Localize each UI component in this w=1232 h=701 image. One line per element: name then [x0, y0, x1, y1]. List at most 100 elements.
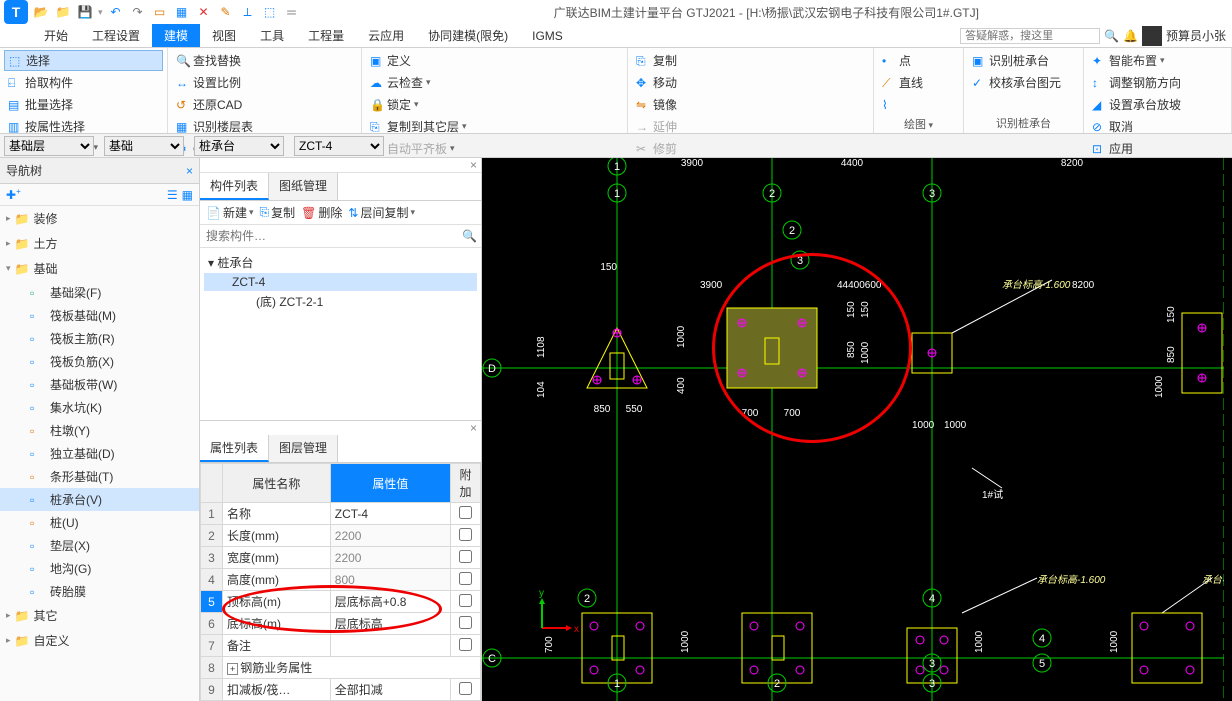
qat-ruler-icon[interactable]: ⟂ [239, 3, 257, 21]
panel-close-icon[interactable]: × [186, 164, 193, 178]
batch-select-button[interactable]: ▤批量选择 [4, 94, 163, 115]
tab-collab[interactable]: 协同建模(限免) [416, 24, 520, 47]
major-select[interactable]: 基础 [104, 136, 184, 156]
qat-more-icon[interactable]: ＝ [283, 3, 301, 21]
set-slope-button[interactable]: ◢设置承台放坡 [1088, 94, 1227, 115]
col-value-header[interactable]: 属性值 [330, 464, 450, 503]
col-extra-header[interactable]: 附加 [451, 464, 481, 503]
tab-tools[interactable]: 工具 [248, 24, 296, 47]
draw-tool-button[interactable]: ⌇ [878, 94, 959, 115]
comp-tree-root[interactable]: ▾ 桩承台 [204, 252, 477, 273]
prop-extra-checkbox[interactable] [459, 682, 472, 695]
prop-value-cell[interactable] [330, 635, 450, 657]
qat-undo-icon[interactable]: ↶ [107, 3, 125, 21]
delete-button[interactable]: 🗑删除 [301, 204, 342, 221]
bell-icon[interactable]: 🔔 [1123, 29, 1138, 43]
prop-value-cell[interactable]: ZCT-4 [330, 503, 450, 525]
nav-item[interactable]: ▫条形基础(T) [0, 465, 199, 488]
select-button[interactable]: ⬚选择 [4, 50, 163, 71]
help-search-input[interactable] [960, 28, 1100, 44]
define-button[interactable]: ▣定义 [366, 50, 623, 71]
prop-row[interactable]: 3宽度(mm)2200 [201, 547, 481, 569]
nav-category[interactable]: 📁自定义 [0, 628, 199, 653]
prop-row[interactable]: 8+钢筋业务属性 [201, 657, 481, 679]
nav-item[interactable]: ▫集水坑(K) [0, 396, 199, 419]
recog-pile-button[interactable]: ▣识别桩承台 [968, 50, 1079, 71]
tab-drawing-mgmt[interactable]: 图纸管理 [269, 173, 338, 200]
set-scale-button[interactable]: ↔设置比例 [172, 72, 357, 93]
tab-layer-mgmt[interactable]: 图层管理 [269, 435, 338, 462]
prop-extra-checkbox[interactable] [459, 572, 472, 585]
tab-model[interactable]: 建模 [152, 24, 200, 47]
prop-extra-checkbox[interactable] [459, 638, 472, 651]
prop-row[interactable]: 6底标高(m)层底标高 [201, 613, 481, 635]
panel-close-icon[interactable]: × [200, 158, 481, 173]
nav-item[interactable]: ▫独立基础(D) [0, 442, 199, 465]
find-replace-button[interactable]: 🔍查找替换 [172, 50, 357, 71]
lock-button[interactable]: 🔒锁定 [366, 94, 623, 115]
panel-close-icon[interactable]: × [200, 421, 481, 435]
tab-quantity[interactable]: 工程量 [296, 24, 356, 47]
model-viewport[interactable]: 1 3900 4400 8200 1 2 3 2 3 D C 850 550 1… [482, 158, 1232, 701]
component-select[interactable]: ZCT-4 [294, 136, 384, 156]
qat-redo-icon[interactable]: ↷ [129, 3, 147, 21]
prop-value-cell[interactable]: 800 [330, 569, 450, 591]
floor-copy-button[interactable]: ⇅层间复制 [348, 204, 415, 221]
nav-item[interactable]: ▫砖胎膜 [0, 580, 199, 603]
tab-cloud[interactable]: 云应用 [356, 24, 416, 47]
copy-button[interactable]: ⎘复制 [260, 204, 296, 221]
component-search-input[interactable] [204, 227, 462, 245]
tab-project-settings[interactable]: 工程设置 [80, 24, 152, 47]
apply-button[interactable]: ⊡应用 [1088, 138, 1227, 159]
property-grid[interactable]: 属性名称 属性值 附加 1名称ZCT-42长度(mm)22003宽度(mm)22… [200, 463, 481, 701]
tab-prop-list[interactable]: 属性列表 [200, 435, 269, 462]
nav-item[interactable]: ▫柱墩(Y) [0, 419, 199, 442]
cancel-button[interactable]: ⊘取消 [1088, 116, 1227, 137]
auto-align-button[interactable]: ≡自动平齐板 [366, 138, 623, 159]
point-button[interactable]: •点 [878, 50, 959, 71]
floor-select[interactable]: 基础层 [4, 136, 94, 156]
comp-tree-item-selected[interactable]: ZCT-4 [204, 273, 477, 291]
prop-row[interactable]: 7备注 [201, 635, 481, 657]
nav-category[interactable]: 📁装修 [0, 206, 199, 231]
type-select[interactable]: 桩承台 [194, 136, 284, 156]
new-button[interactable]: 📄新建 [206, 204, 254, 221]
search-icon[interactable]: 🔍 [462, 229, 477, 243]
smart-layout-button[interactable]: ✦智能布置 [1088, 50, 1227, 71]
col-name-header[interactable]: 属性名称 [223, 464, 331, 503]
adjust-bar-button[interactable]: ↕调整钢筋方向 [1088, 72, 1227, 93]
nav-item[interactable]: ▫基础梁(F) [0, 281, 199, 304]
line-button[interactable]: ⟋直线 [878, 72, 959, 93]
prop-extra-checkbox[interactable] [459, 528, 472, 541]
recog-floor-button[interactable]: ▦识别楼层表 [172, 116, 357, 137]
qat-save-icon[interactable]: 💾 [76, 3, 94, 21]
tab-igms[interactable]: IGMS [520, 26, 575, 46]
prop-extra-checkbox[interactable] [459, 616, 472, 629]
pick-component-button[interactable]: ⍇拾取构件 [4, 72, 163, 93]
nav-item[interactable]: ▫筏板负筋(X) [0, 350, 199, 373]
restore-cad-button[interactable]: ↺还原CAD [172, 94, 357, 115]
qat-brush-icon[interactable]: ✎ [217, 3, 235, 21]
prop-value-cell[interactable]: 全部扣减 [330, 679, 450, 701]
avatar[interactable] [1142, 26, 1162, 46]
nav-item[interactable]: ▫桩承台(V) [0, 488, 199, 511]
prop-row[interactable]: 4高度(mm)800 [201, 569, 481, 591]
prop-row[interactable]: 1名称ZCT-4 [201, 503, 481, 525]
qat-tool1-icon[interactable]: ▦ [173, 3, 191, 21]
prop-value-cell[interactable]: 2200 [330, 525, 450, 547]
mirror-button[interactable]: ⇋镜像 [632, 94, 869, 115]
qat-tool2-icon[interactable]: ✕ [195, 3, 213, 21]
copy-other-button[interactable]: ⎘复制到其它层 [366, 116, 623, 137]
nav-item[interactable]: ▫筏板主筋(R) [0, 327, 199, 350]
comp-tree-item[interactable]: (底) ZCT-2-1 [204, 291, 477, 312]
cloud-check-button[interactable]: ☁云检查 [366, 72, 623, 93]
nav-category[interactable]: 📁基础 [0, 256, 199, 281]
nav-item[interactable]: ▫桩(U) [0, 511, 199, 534]
prop-value-cell[interactable]: 层底标高+0.8 [330, 591, 450, 613]
nav-grid-icon[interactable]: ▦ [182, 188, 193, 202]
nav-item[interactable]: ▫基础板带(W) [0, 373, 199, 396]
copy-button[interactable]: ⎘复制 [632, 50, 869, 71]
tab-start[interactable]: 开始 [32, 24, 80, 47]
nav-list-icon[interactable]: ☰ [167, 188, 178, 202]
search-icon[interactable]: 🔍 [1104, 29, 1119, 43]
